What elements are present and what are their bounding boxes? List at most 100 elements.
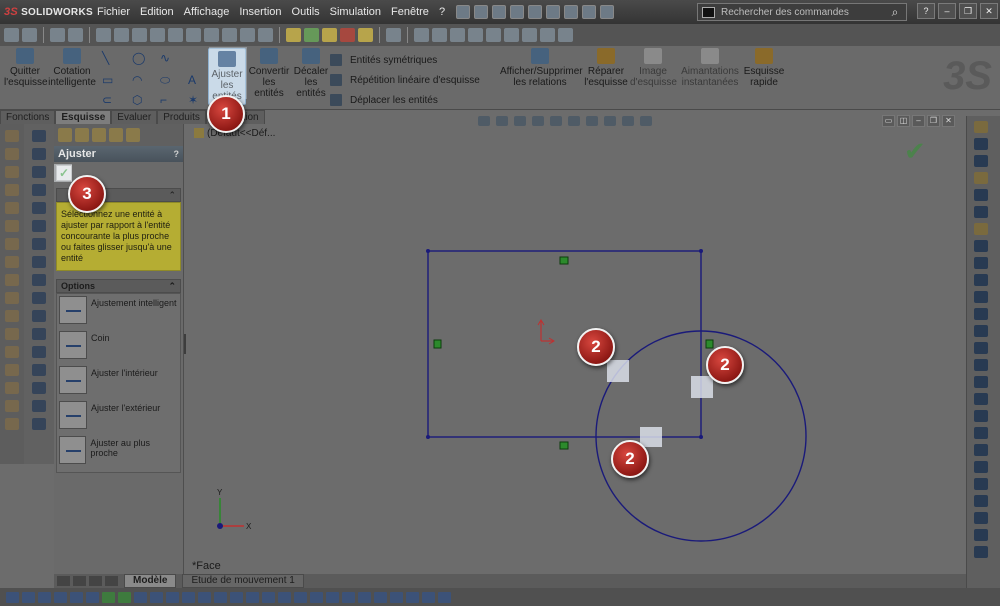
tool-icon[interactable] (5, 238, 19, 250)
tool-icon[interactable] (974, 342, 988, 354)
tool-icon[interactable] (5, 130, 19, 142)
tool-icon[interactable] (262, 591, 275, 603)
configuration-tab-icon[interactable] (92, 128, 106, 142)
view-cube-icon[interactable] (450, 28, 465, 42)
undo-icon[interactable] (528, 5, 543, 19)
tool-icon[interactable] (342, 591, 355, 603)
tool-icon[interactable] (5, 310, 19, 322)
show-relations-button[interactable]: Afficher/Supprimer les relations (500, 48, 583, 88)
convert-entities-button[interactable]: Convertir les entités (248, 48, 290, 99)
open-icon[interactable] (474, 5, 489, 19)
tool-icon[interactable] (406, 591, 419, 603)
quit-sketch-button[interactable]: Quitter l'esquisse (4, 48, 48, 88)
text-icon[interactable]: A (188, 74, 202, 86)
toolbar-icon[interactable] (22, 28, 37, 42)
tool-icon[interactable] (5, 256, 19, 268)
toolbar-icon[interactable] (222, 28, 237, 42)
tool-icon[interactable] (38, 591, 51, 603)
view-cube-icon[interactable] (504, 28, 519, 42)
tool-icon[interactable] (974, 206, 988, 218)
toolbar-icon[interactable] (240, 28, 255, 42)
repair-sketch-button[interactable]: Réparer l'esquisse (584, 48, 628, 88)
tool-icon[interactable] (32, 310, 46, 322)
tool-icon[interactable] (974, 529, 988, 541)
tool-icon[interactable] (5, 274, 19, 286)
tool-icon[interactable] (326, 591, 339, 603)
select-icon[interactable] (546, 5, 561, 19)
slot-icon[interactable]: ⊂ (102, 94, 116, 106)
tool-icon[interactable] (974, 461, 988, 473)
tool-icon[interactable] (32, 418, 46, 430)
tool-icon[interactable] (118, 591, 131, 603)
tool-icon[interactable] (974, 189, 988, 201)
tool-icon[interactable] (32, 166, 46, 178)
tool-icon[interactable] (54, 591, 67, 603)
tool-icon[interactable] (150, 591, 163, 603)
tool-icon[interactable] (5, 166, 19, 178)
arc-icon[interactable]: ◠ (132, 74, 146, 86)
toolbar-icon[interactable] (150, 28, 165, 42)
instant-snaps-button[interactable]: Aimantations instantanées (680, 48, 740, 88)
file-properties-icon[interactable] (582, 5, 597, 19)
tab-model[interactable]: Modèle (124, 574, 177, 588)
tool-icon[interactable] (70, 591, 83, 603)
smart-dimension-button[interactable]: Cotation intelligente (48, 48, 96, 88)
tool-icon[interactable] (5, 418, 19, 430)
point-icon[interactable]: ✶ (188, 94, 202, 106)
tool-icon[interactable] (182, 591, 195, 603)
prev-tab-icon[interactable] (73, 576, 86, 586)
sketch-rectangle[interactable] (427, 250, 702, 438)
sketch-canvas[interactable]: X Y (186, 124, 966, 576)
tool-icon[interactable] (5, 202, 19, 214)
anchor-icon[interactable] (386, 28, 401, 42)
command-search[interactable]: Rechercher des commandes ⌕ (697, 3, 907, 21)
sketch-point[interactable] (426, 435, 430, 439)
tool-icon[interactable] (32, 382, 46, 394)
first-tab-icon[interactable] (57, 576, 70, 586)
print-icon[interactable] (510, 5, 525, 19)
tool-icon[interactable] (974, 546, 988, 558)
tool-icon[interactable] (974, 138, 988, 150)
close-button[interactable]: ✕ (980, 3, 998, 19)
display-tab-icon[interactable] (126, 128, 140, 142)
rebuild-icon[interactable] (564, 5, 579, 19)
restore-button[interactable]: ❐ (959, 3, 977, 19)
toolbar-icon[interactable] (168, 28, 183, 42)
view-cube-icon[interactable] (486, 28, 501, 42)
sketch-point[interactable] (426, 249, 430, 253)
solidworks-logo[interactable]: 3S SOLIDWORKS (0, 0, 93, 24)
tool-icon[interactable] (5, 400, 19, 412)
search-icon[interactable]: ⌕ (884, 5, 906, 20)
sketch-point[interactable] (699, 249, 703, 253)
toolbar-icon[interactable] (132, 28, 147, 42)
tool-icon[interactable] (974, 393, 988, 405)
tool-icon[interactable] (974, 274, 988, 286)
view-cube-icon[interactable] (414, 28, 429, 42)
tool-icon[interactable] (230, 591, 243, 603)
tool-icon[interactable] (974, 376, 988, 388)
line-icon[interactable]: ╲ (102, 52, 116, 64)
tool-icon[interactable] (32, 184, 46, 196)
tool-icon[interactable] (974, 325, 988, 337)
save-icon[interactable] (492, 5, 507, 19)
option-smart-trim[interactable]: Ajustement intelligent (59, 296, 178, 331)
option-corner[interactable]: Coin (59, 331, 178, 366)
toolbar-icon[interactable] (358, 28, 373, 42)
tool-icon[interactable] (5, 148, 19, 160)
tab-fonctions[interactable]: Fonctions (0, 110, 56, 124)
tab-produits[interactable]: Produits (157, 110, 206, 124)
tool-icon[interactable] (22, 591, 35, 603)
view-cube-icon[interactable] (540, 28, 555, 42)
property-manager-tab-icon[interactable] (75, 128, 89, 142)
tab-esquisse[interactable]: Esquisse (55, 110, 112, 124)
tool-icon[interactable] (32, 256, 46, 268)
tool-icon[interactable] (32, 292, 46, 304)
sketch-point[interactable] (699, 435, 703, 439)
help-icon[interactable]: ? (174, 149, 180, 159)
option-trim-inside[interactable]: Ajuster l'intérieur (59, 366, 178, 401)
menu-insertion[interactable]: Insertion (234, 6, 286, 18)
tool-icon[interactable] (5, 184, 19, 196)
fillet-icon[interactable]: ⌐ (160, 94, 174, 106)
menu-outils[interactable]: Outils (287, 6, 325, 18)
options-icon[interactable] (600, 5, 615, 19)
